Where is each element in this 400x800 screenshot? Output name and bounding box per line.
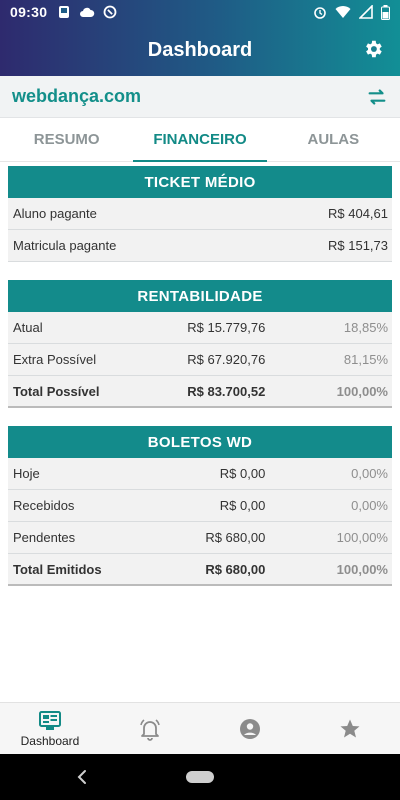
row-label: Total Emitidos (13, 561, 102, 577)
row-value: R$ 151,73 (328, 238, 388, 253)
nav-dashboard[interactable]: Dashboard (0, 703, 100, 754)
bell-icon (140, 718, 160, 741)
status-bar: 09:30 (0, 0, 400, 24)
page-title: Dashboard (147, 38, 253, 61)
status-time: 09:30 (10, 4, 48, 20)
header: 09:30 Dashboard (0, 0, 400, 76)
row-percent: 18,85% (343, 320, 388, 335)
row-label: Total Possível (13, 383, 100, 399)
cloud-icon (80, 7, 95, 17)
back-icon[interactable] (76, 768, 88, 786)
notification-icon (59, 6, 70, 18)
table-row: Matricula pagante R$ 151,73 (8, 230, 392, 262)
ticket-medio-section: TICKET MÉDIO Aluno pagante R$ 404,61 Mat… (8, 166, 392, 262)
row-label: Extra Possível (13, 352, 97, 367)
row-value: R$ 67.920,76 (187, 352, 266, 367)
gear-icon[interactable] (362, 38, 384, 60)
wifi-icon (335, 6, 351, 19)
nav-account[interactable] (200, 703, 300, 754)
table-row: Extra Possível R$ 67.920,76 81,15% (8, 344, 392, 376)
dashboard-icon (39, 710, 61, 730)
tab-bar: RESUMO FINANCEIRO AULAS (0, 118, 400, 162)
row-percent: 100,00% (336, 383, 388, 399)
tab-aulas[interactable]: AULAS (267, 118, 400, 161)
table-row: Aluno pagante R$ 404,61 (8, 198, 392, 230)
nav-favorites[interactable] (300, 703, 400, 754)
bottom-nav: Dashboard (0, 702, 400, 754)
row-value: R$ 83.700,52 (187, 383, 266, 399)
app-screen: 09:30 Dashboard webdança.com RESUMO FINA… (0, 0, 400, 800)
ticket-medio-header: TICKET MÉDIO (8, 166, 392, 198)
row-percent: 81,15% (343, 352, 388, 367)
row-label: Matricula pagante (13, 238, 117, 253)
star-icon (340, 719, 360, 737)
rentabilidade-header: RENTABILIDADE (8, 280, 392, 312)
app-bar: Dashboard (0, 30, 400, 70)
tab-financeiro[interactable]: FINANCEIRO (133, 118, 267, 162)
row-label: Hoje (13, 466, 40, 481)
total-row: Total Emitidos R$ 680,00 100,00% (8, 554, 392, 586)
boletos-section: BOLETOS WD Hoje R$ 0,00 0,00% Recebidos … (8, 426, 392, 586)
site-selector: webdança.com (0, 76, 400, 118)
row-percent: 100,00% (336, 530, 388, 545)
home-button[interactable] (186, 771, 214, 783)
table-row: Hoje R$ 0,00 0,00% (8, 458, 392, 490)
alarm-icon (314, 7, 326, 19)
row-label: Atual (13, 320, 43, 335)
row-value: R$ 0,00 (219, 466, 266, 481)
row-value: R$ 680,00 (205, 530, 266, 545)
row-value: R$ 15.779,76 (187, 320, 266, 335)
row-label: Pendentes (13, 530, 76, 545)
total-row: Total Possível R$ 83.700,52 100,00% (8, 376, 392, 408)
table-row: Recebidos R$ 0,00 0,00% (8, 490, 392, 522)
table-row: Atual R$ 15.779,76 18,85% (8, 312, 392, 344)
row-value: R$ 0,00 (219, 498, 266, 513)
nav-dashboard-label: Dashboard (20, 733, 80, 748)
nav-notifications[interactable] (100, 703, 200, 754)
signal-icon (359, 5, 373, 19)
rentabilidade-section: RENTABILIDADE Atual R$ 15.779,76 18,85% … (8, 280, 392, 408)
system-nav-bar (0, 754, 400, 800)
row-percent: 0,00% (351, 498, 388, 513)
account-icon (240, 718, 260, 739)
tab-resumo[interactable]: RESUMO (0, 118, 133, 161)
row-percent: 100,00% (336, 561, 388, 577)
row-value: R$ 404,61 (328, 206, 388, 221)
boletos-header: BOLETOS WD (8, 426, 392, 458)
sync-icon (103, 5, 117, 19)
row-label: Recebidos (13, 498, 75, 513)
row-value: R$ 680,00 (205, 561, 266, 577)
financial-content: TICKET MÉDIO Aluno pagante R$ 404,61 Mat… (0, 166, 400, 586)
site-name: webdança.com (12, 86, 142, 106)
table-row: Pendentes R$ 680,00 100,00% (8, 522, 392, 554)
swap-icon[interactable] (366, 86, 388, 108)
row-label: Aluno pagante (13, 206, 97, 221)
battery-icon (381, 4, 390, 20)
row-percent: 0,00% (351, 466, 388, 481)
